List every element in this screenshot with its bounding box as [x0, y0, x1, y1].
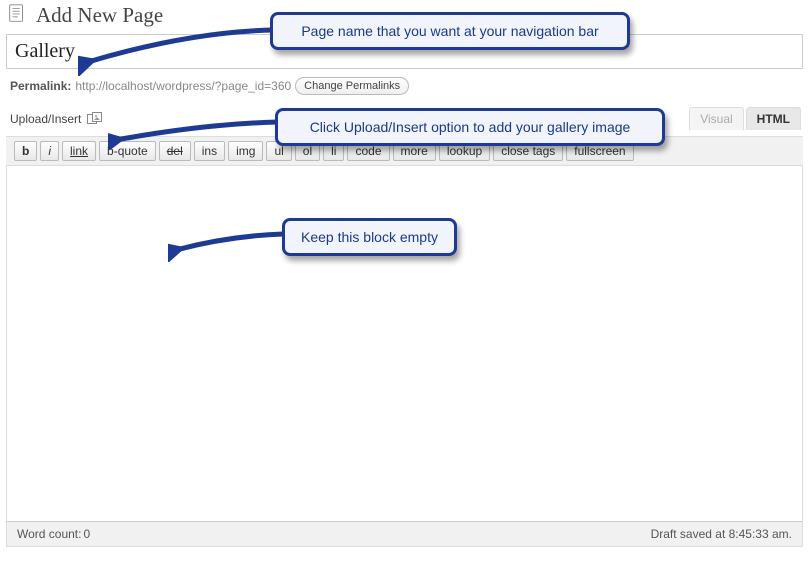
- arrow-to-upload: [108, 110, 283, 150]
- upload-insert-label: Upload/Insert: [10, 112, 81, 126]
- arrow-to-title: [78, 20, 278, 76]
- status-bar: Word count: 0 Draft saved at 8:45:33 am.: [6, 521, 803, 547]
- callout-page-name: Page name that you want at your navigati…: [270, 12, 630, 50]
- tab-html[interactable]: HTML: [746, 107, 801, 130]
- arrow-to-content: [168, 222, 288, 262]
- draft-saved-text: Draft saved at 8:45:33 am.: [651, 527, 792, 541]
- page-icon: [6, 3, 28, 28]
- permalink-row: Permalink: http://localhost/wordpress/?p…: [0, 73, 809, 101]
- callout-keep-empty: Keep this block empty: [282, 218, 457, 256]
- quicktag-i[interactable]: i: [40, 141, 59, 161]
- permalink-url: http://localhost/wordpress/?page_id=360: [75, 79, 291, 93]
- word-count-value: 0: [83, 527, 90, 541]
- tab-visual[interactable]: Visual: [689, 107, 743, 130]
- add-media-icon[interactable]: [87, 112, 103, 126]
- word-count-label: Word count:: [17, 527, 81, 541]
- quicktag-link[interactable]: link: [62, 141, 96, 161]
- permalink-label: Permalink:: [10, 79, 71, 93]
- quicktag-b[interactable]: b: [14, 141, 37, 161]
- callout-upload-insert: Click Upload/Insert option to add your g…: [275, 108, 665, 146]
- change-permalinks-button[interactable]: Change Permalinks: [295, 77, 409, 95]
